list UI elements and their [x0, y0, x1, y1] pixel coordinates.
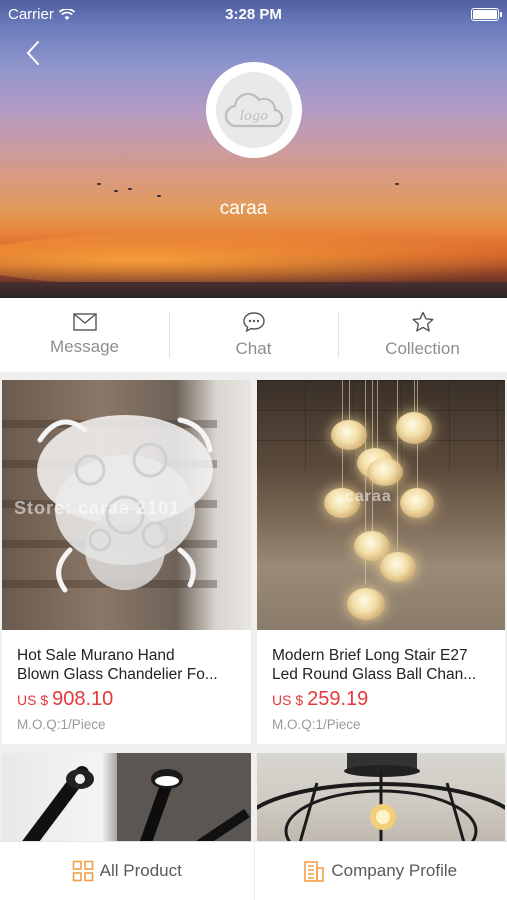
chat-bubble-icon	[242, 312, 265, 333]
tab-company-profile[interactable]: Company Profile	[253, 842, 507, 900]
bottom-tab-bar: All Product Company Profile	[0, 841, 507, 900]
product-moq: M.O.Q:1/Piece	[272, 717, 361, 732]
shop-name: caraa	[219, 198, 268, 219]
product-image-lamp	[2, 753, 251, 853]
horizon	[0, 282, 507, 298]
product-card[interactable]: Store: caraa 2101 Hot Sale Murano Hand B…	[2, 380, 251, 744]
tab-all-product-label: All Product	[99, 861, 182, 880]
cloud-logo-icon: logo	[224, 92, 284, 128]
product-title: Modern Brief Long Stair E27 Led Round Gl…	[272, 646, 490, 684]
shop-screen: Carrier 3:28 PM logo caraa Message Chat …	[0, 0, 507, 900]
bird	[114, 190, 118, 192]
chat-button[interactable]: Chat	[169, 298, 338, 372]
message-label: Message	[50, 337, 119, 356]
image-watermark: caraa	[345, 488, 392, 505]
logo-text: logo	[240, 109, 268, 124]
price-currency: US $	[17, 692, 49, 708]
product-moq: M.O.Q:1/Piece	[17, 717, 106, 732]
product-title-line2: Blown Glass Chandelier Fo...	[17, 666, 218, 683]
product-card[interactable]	[2, 753, 251, 853]
status-bar: Carrier 3:28 PM	[0, 0, 507, 28]
envelope-icon	[72, 313, 97, 331]
price-value: 908.10	[52, 688, 114, 710]
bird	[157, 195, 161, 197]
product-price: US $ 259.19	[272, 688, 490, 711]
product-card[interactable]	[257, 753, 505, 853]
cage-lamp-graphic	[257, 753, 505, 853]
product-image-globe-lights: caraa	[257, 380, 505, 630]
price-value: 259.19	[307, 688, 369, 710]
message-button[interactable]: Message	[0, 298, 169, 372]
bird	[97, 183, 101, 185]
product-image-chandelier: Store: caraa 2101	[2, 380, 251, 630]
back-button[interactable]	[22, 38, 46, 68]
shop-action-bar: Message Chat Collection	[0, 298, 507, 372]
product-title-line2: Led Round Glass Ball Chan...	[272, 666, 477, 683]
image-watermark: Store: caraa 2101	[14, 498, 181, 518]
collection-button[interactable]: Collection	[338, 298, 507, 372]
battery-icon	[471, 8, 502, 21]
shop-header-banner: Carrier 3:28 PM logo caraa	[0, 0, 507, 298]
logo-placeholder: logo	[216, 72, 292, 148]
star-icon	[412, 311, 433, 332]
shop-name-row: caraa	[0, 198, 507, 220]
product-image-cage-lamp	[257, 753, 505, 853]
chevron-left-icon	[26, 41, 39, 65]
grid-icon	[72, 860, 93, 882]
tab-all-product[interactable]: All Product	[0, 842, 254, 900]
building-icon	[304, 861, 325, 882]
sunset-glow	[0, 230, 507, 290]
bird	[395, 183, 399, 185]
collection-label: Collection	[385, 339, 460, 358]
status-time: 3:28 PM	[225, 6, 282, 23]
product-title-line1: Hot Sale Murano Hand	[17, 647, 175, 664]
lamp-graphic	[15, 753, 251, 853]
product-card[interactable]: caraa Modern Brief Long Stair E27 Led Ro…	[257, 380, 505, 744]
product-title-line1: Modern Brief Long Stair E27	[272, 647, 468, 664]
product-title: Hot Sale Murano Hand Blown Glass Chandel…	[17, 646, 236, 684]
tab-company-profile-label: Company Profile	[331, 861, 458, 880]
shop-logo-avatar: logo	[206, 62, 302, 158]
price-currency: US $	[272, 692, 304, 708]
chat-label: Chat	[235, 339, 272, 358]
bird	[128, 188, 132, 190]
product-price: US $ 908.10	[17, 688, 236, 711]
